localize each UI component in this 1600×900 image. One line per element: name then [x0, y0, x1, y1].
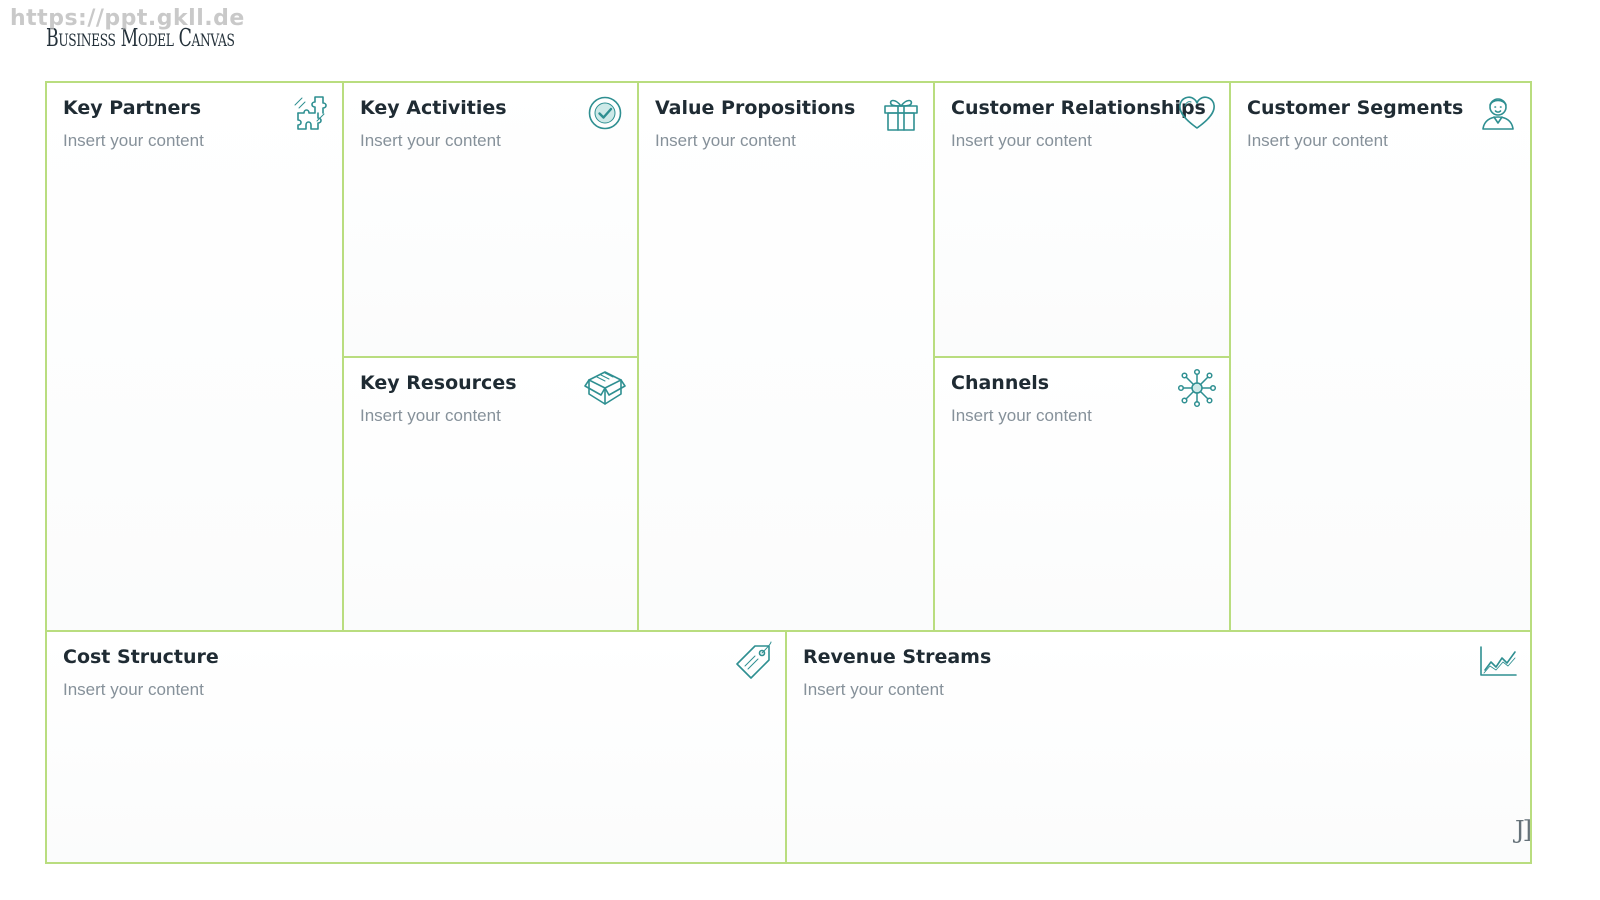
network-icon [1177, 368, 1217, 408]
gift-icon [881, 93, 921, 133]
key-partners-content[interactable]: Insert your content [63, 131, 204, 151]
cost-structure-title: Cost Structure [63, 646, 219, 668]
user-icon [1478, 93, 1518, 133]
channels-content[interactable]: Insert your content [951, 406, 1092, 426]
revenue-streams-content[interactable]: Insert your content [803, 680, 944, 700]
price-tag-icon [733, 641, 773, 682]
value-propositions-title: Value Propositions [655, 97, 856, 119]
watermark-url: https://ppt.gkll.de [10, 6, 245, 31]
value-propositions-content[interactable]: Insert your content [655, 131, 796, 151]
key-activities-content[interactable]: Insert your content [360, 131, 501, 151]
customer-relationships-title: Customer Relationships [951, 97, 1206, 119]
cost-structure-block: Cost Structure Insert your content [47, 632, 787, 862]
heart-icon [1177, 93, 1217, 133]
customer-relationships-content[interactable]: Insert your content [951, 131, 1092, 151]
key-resources-title: Key Resources [360, 372, 517, 394]
customer-segments-block: Customer Segments Insert your content [1231, 83, 1530, 632]
revenue-streams-block: Revenue Streams Insert your content [787, 632, 1530, 862]
channels-block: Channels Insert your content [935, 358, 1231, 632]
check-circle-icon [585, 93, 625, 133]
key-partners-title: Key Partners [63, 97, 202, 119]
key-activities-title: Key Activities [360, 97, 507, 119]
channels-title: Channels [951, 372, 1050, 394]
key-resources-content[interactable]: Insert your content [360, 406, 501, 426]
key-resources-block: Key Resources Insert your content [344, 358, 639, 632]
revenue-streams-title: Revenue Streams [803, 646, 992, 668]
customer-segments-title: Customer Segments [1247, 97, 1464, 119]
line-chart-icon [1478, 642, 1518, 682]
customer-relationships-block: Customer Relationships Insert your conte… [935, 83, 1231, 358]
customer-segments-content[interactable]: Insert your content [1247, 131, 1388, 151]
box-icon [584, 368, 626, 408]
key-activities-block: Key Activities Insert your content [344, 83, 639, 358]
corner-mark: J] [1515, 816, 1532, 844]
key-partners-block: Key Partners Insert your content [47, 83, 344, 632]
value-propositions-block: Value Propositions Insert your content [639, 83, 935, 632]
puzzle-icon [290, 93, 330, 133]
business-model-canvas: Key Partners Insert your content Key Act… [45, 81, 1532, 864]
cost-structure-content[interactable]: Insert your content [63, 680, 204, 700]
